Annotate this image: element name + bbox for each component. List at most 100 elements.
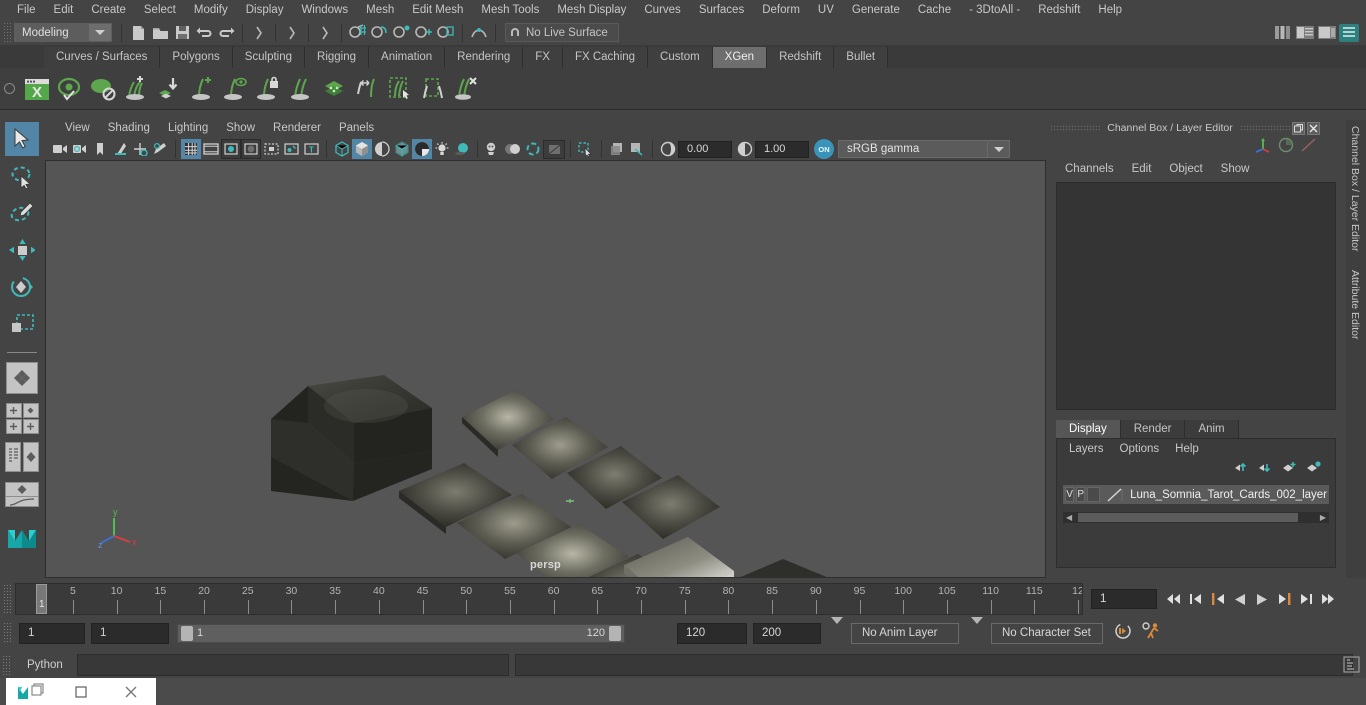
layer-tab-anim[interactable]: Anim bbox=[1185, 420, 1239, 438]
animation-end-time-field[interactable]: 200 bbox=[753, 622, 821, 644]
image-plane-icon[interactable] bbox=[110, 139, 130, 159]
step-back-keyframe-icon[interactable] bbox=[1185, 588, 1207, 610]
exposure-field[interactable]: 0.00 bbox=[678, 140, 732, 158]
scale-tool[interactable] bbox=[5, 307, 39, 341]
use-default-lighting-icon[interactable] bbox=[432, 139, 452, 159]
wireframe-on-shaded-icon[interactable] bbox=[392, 139, 412, 159]
persp-viewport[interactable]: y x z persp bbox=[45, 160, 1046, 578]
select-by-component-icon[interactable] bbox=[314, 22, 336, 44]
layer-tab-display[interactable]: Display bbox=[1056, 420, 1121, 438]
2d-pan-zoom-icon[interactable] bbox=[130, 139, 150, 159]
paint-select-tool[interactable] bbox=[5, 196, 39, 230]
shelf-tab-rendering[interactable]: Rendering bbox=[445, 47, 524, 68]
shelf-tab-xgen[interactable]: XGen bbox=[712, 47, 768, 68]
xgen-region-icon[interactable] bbox=[383, 72, 416, 106]
menu-uv[interactable]: UV bbox=[809, 0, 843, 20]
shelf-tab-curves-surfaces[interactable]: Curves / Surfaces bbox=[44, 47, 161, 68]
menu-3dtoall[interactable]: - 3DtoAll - bbox=[960, 0, 1029, 20]
shelf-tab-rigging[interactable]: Rigging bbox=[305, 47, 370, 68]
layer-horizontal-scrollbar[interactable]: ◀ ▶ bbox=[1063, 512, 1329, 523]
xgen-length-icon[interactable] bbox=[350, 72, 383, 106]
gate-mask-icon[interactable] bbox=[241, 139, 261, 159]
menu-edit-mesh[interactable]: Edit Mesh bbox=[403, 0, 472, 20]
persp-graph-layout[interactable] bbox=[5, 478, 39, 510]
lasso-select-tool[interactable] bbox=[5, 159, 39, 193]
safe-action-icon[interactable] bbox=[281, 139, 301, 159]
shelf-tab-sculpting[interactable]: Sculpting bbox=[232, 47, 306, 68]
side-tab-channel-box[interactable]: Channel Box / Layer Editor bbox=[1346, 120, 1364, 258]
channel-box-menu-channels[interactable]: Channels bbox=[1056, 159, 1123, 179]
menu-mesh-display[interactable]: Mesh Display bbox=[548, 0, 635, 20]
go-to-start-icon[interactable] bbox=[1163, 588, 1185, 610]
xgen-density-icon[interactable] bbox=[317, 72, 350, 106]
character-set-dropdown-arrow[interactable] bbox=[971, 617, 983, 642]
current-time-indicator[interactable]: 1 bbox=[36, 584, 47, 614]
select-by-hierarchy-icon[interactable] bbox=[248, 22, 270, 44]
range-slider-gripper[interactable] bbox=[3, 622, 12, 644]
xgen-guide-visibility-icon[interactable] bbox=[218, 72, 251, 106]
xgen-clear-icon[interactable] bbox=[449, 72, 482, 106]
menu-file[interactable]: File bbox=[8, 0, 45, 20]
menu-mesh[interactable]: Mesh bbox=[357, 0, 403, 20]
exposure-icon[interactable] bbox=[658, 139, 678, 159]
show-hide-channel-box-icon[interactable] bbox=[1338, 22, 1360, 44]
viewport-menu-show[interactable]: Show bbox=[217, 118, 264, 138]
xgen-select-guides-icon[interactable] bbox=[416, 72, 449, 106]
move-layer-up-icon[interactable] bbox=[1234, 460, 1249, 478]
shelf-tab-fx-caching[interactable]: FX Caching bbox=[562, 47, 649, 68]
menu-set-selector[interactable]: Modeling bbox=[14, 23, 112, 42]
layer-color-swatch[interactable] bbox=[1106, 487, 1124, 503]
layer-bar-icon[interactable] bbox=[1300, 137, 1318, 158]
side-tab-attribute-editor[interactable]: Attribute Editor bbox=[1346, 264, 1364, 345]
xgen-editor-icon[interactable]: X bbox=[20, 72, 53, 106]
channel-box-mode-icon[interactable] bbox=[1278, 137, 1294, 158]
open-scene-icon[interactable] bbox=[149, 22, 171, 44]
undock-icon[interactable] bbox=[1292, 121, 1305, 135]
layer-playback-toggle[interactable]: P bbox=[1076, 487, 1086, 502]
menu-surfaces[interactable]: Surfaces bbox=[690, 0, 753, 20]
close-window-icon[interactable] bbox=[106, 678, 156, 705]
step-back-frame-icon[interactable] bbox=[1207, 588, 1229, 610]
smooth-shade-all-icon[interactable] bbox=[352, 139, 372, 159]
menu-redshift[interactable]: Redshift bbox=[1029, 0, 1089, 20]
film-gate-icon[interactable] bbox=[201, 139, 221, 159]
safe-title-icon[interactable]: T bbox=[301, 139, 321, 159]
grease-pencil-icon[interactable] bbox=[150, 139, 170, 159]
multisample-aa-icon[interactable] bbox=[523, 139, 543, 159]
color-space-dropdown-arrow[interactable] bbox=[988, 140, 1010, 158]
menu-cache[interactable]: Cache bbox=[909, 0, 960, 20]
command-language-label[interactable]: Python bbox=[13, 659, 77, 671]
screen-space-ao-icon[interactable] bbox=[483, 139, 503, 159]
shelf-tab-polygons[interactable]: Polygons bbox=[160, 47, 233, 68]
viewport-menu-lighting[interactable]: Lighting bbox=[159, 118, 217, 138]
texture-toggle-icon[interactable] bbox=[412, 139, 432, 159]
depth-of-field-icon[interactable] bbox=[543, 139, 565, 159]
menu-mesh-tools[interactable]: Mesh Tools bbox=[472, 0, 548, 20]
range-start-handle[interactable] bbox=[181, 625, 193, 641]
range-end-handle[interactable] bbox=[609, 625, 621, 641]
time-slider-gripper[interactable] bbox=[3, 584, 12, 614]
show-hide-tool-settings-icon[interactable] bbox=[1316, 22, 1338, 44]
current-frame-field[interactable]: 1 bbox=[1091, 589, 1157, 609]
new-layer-icon[interactable] bbox=[1282, 460, 1297, 478]
isolate-select-icon[interactable] bbox=[576, 139, 596, 159]
animation-start-time-field[interactable]: 1 bbox=[19, 622, 85, 644]
xgen-guide-tool-icon[interactable] bbox=[284, 72, 317, 106]
construction-history-icon[interactable] bbox=[468, 22, 490, 44]
character-set-selector[interactable]: No Character Set bbox=[991, 622, 1103, 644]
menu-curves[interactable]: Curves bbox=[635, 0, 689, 20]
wireframe-shading-icon[interactable] bbox=[332, 139, 352, 159]
shelf-tab-bullet[interactable]: Bullet bbox=[834, 47, 889, 68]
range-start-time-field[interactable]: 1 bbox=[91, 622, 169, 644]
move-tool[interactable] bbox=[5, 233, 39, 267]
script-editor-icon[interactable] bbox=[1343, 656, 1360, 678]
axis-gizmo-icon[interactable] bbox=[1254, 137, 1272, 158]
shadows-icon[interactable] bbox=[452, 139, 472, 159]
show-hide-attribute-editor-icon[interactable] bbox=[1294, 22, 1316, 44]
time-slider[interactable]: 5 10 15 20 25 30 35 40 45 50 55 60 65 70 75 80 85 90 95 100… bbox=[15, 583, 1083, 615]
xray-toggle-icon[interactable] bbox=[607, 139, 627, 159]
select-camera-icon[interactable] bbox=[50, 139, 70, 159]
layer-menu-options[interactable]: Options bbox=[1112, 443, 1168, 455]
menu-edit[interactable]: Edit bbox=[45, 0, 83, 20]
xgen-preview-off-icon[interactable] bbox=[86, 72, 119, 106]
